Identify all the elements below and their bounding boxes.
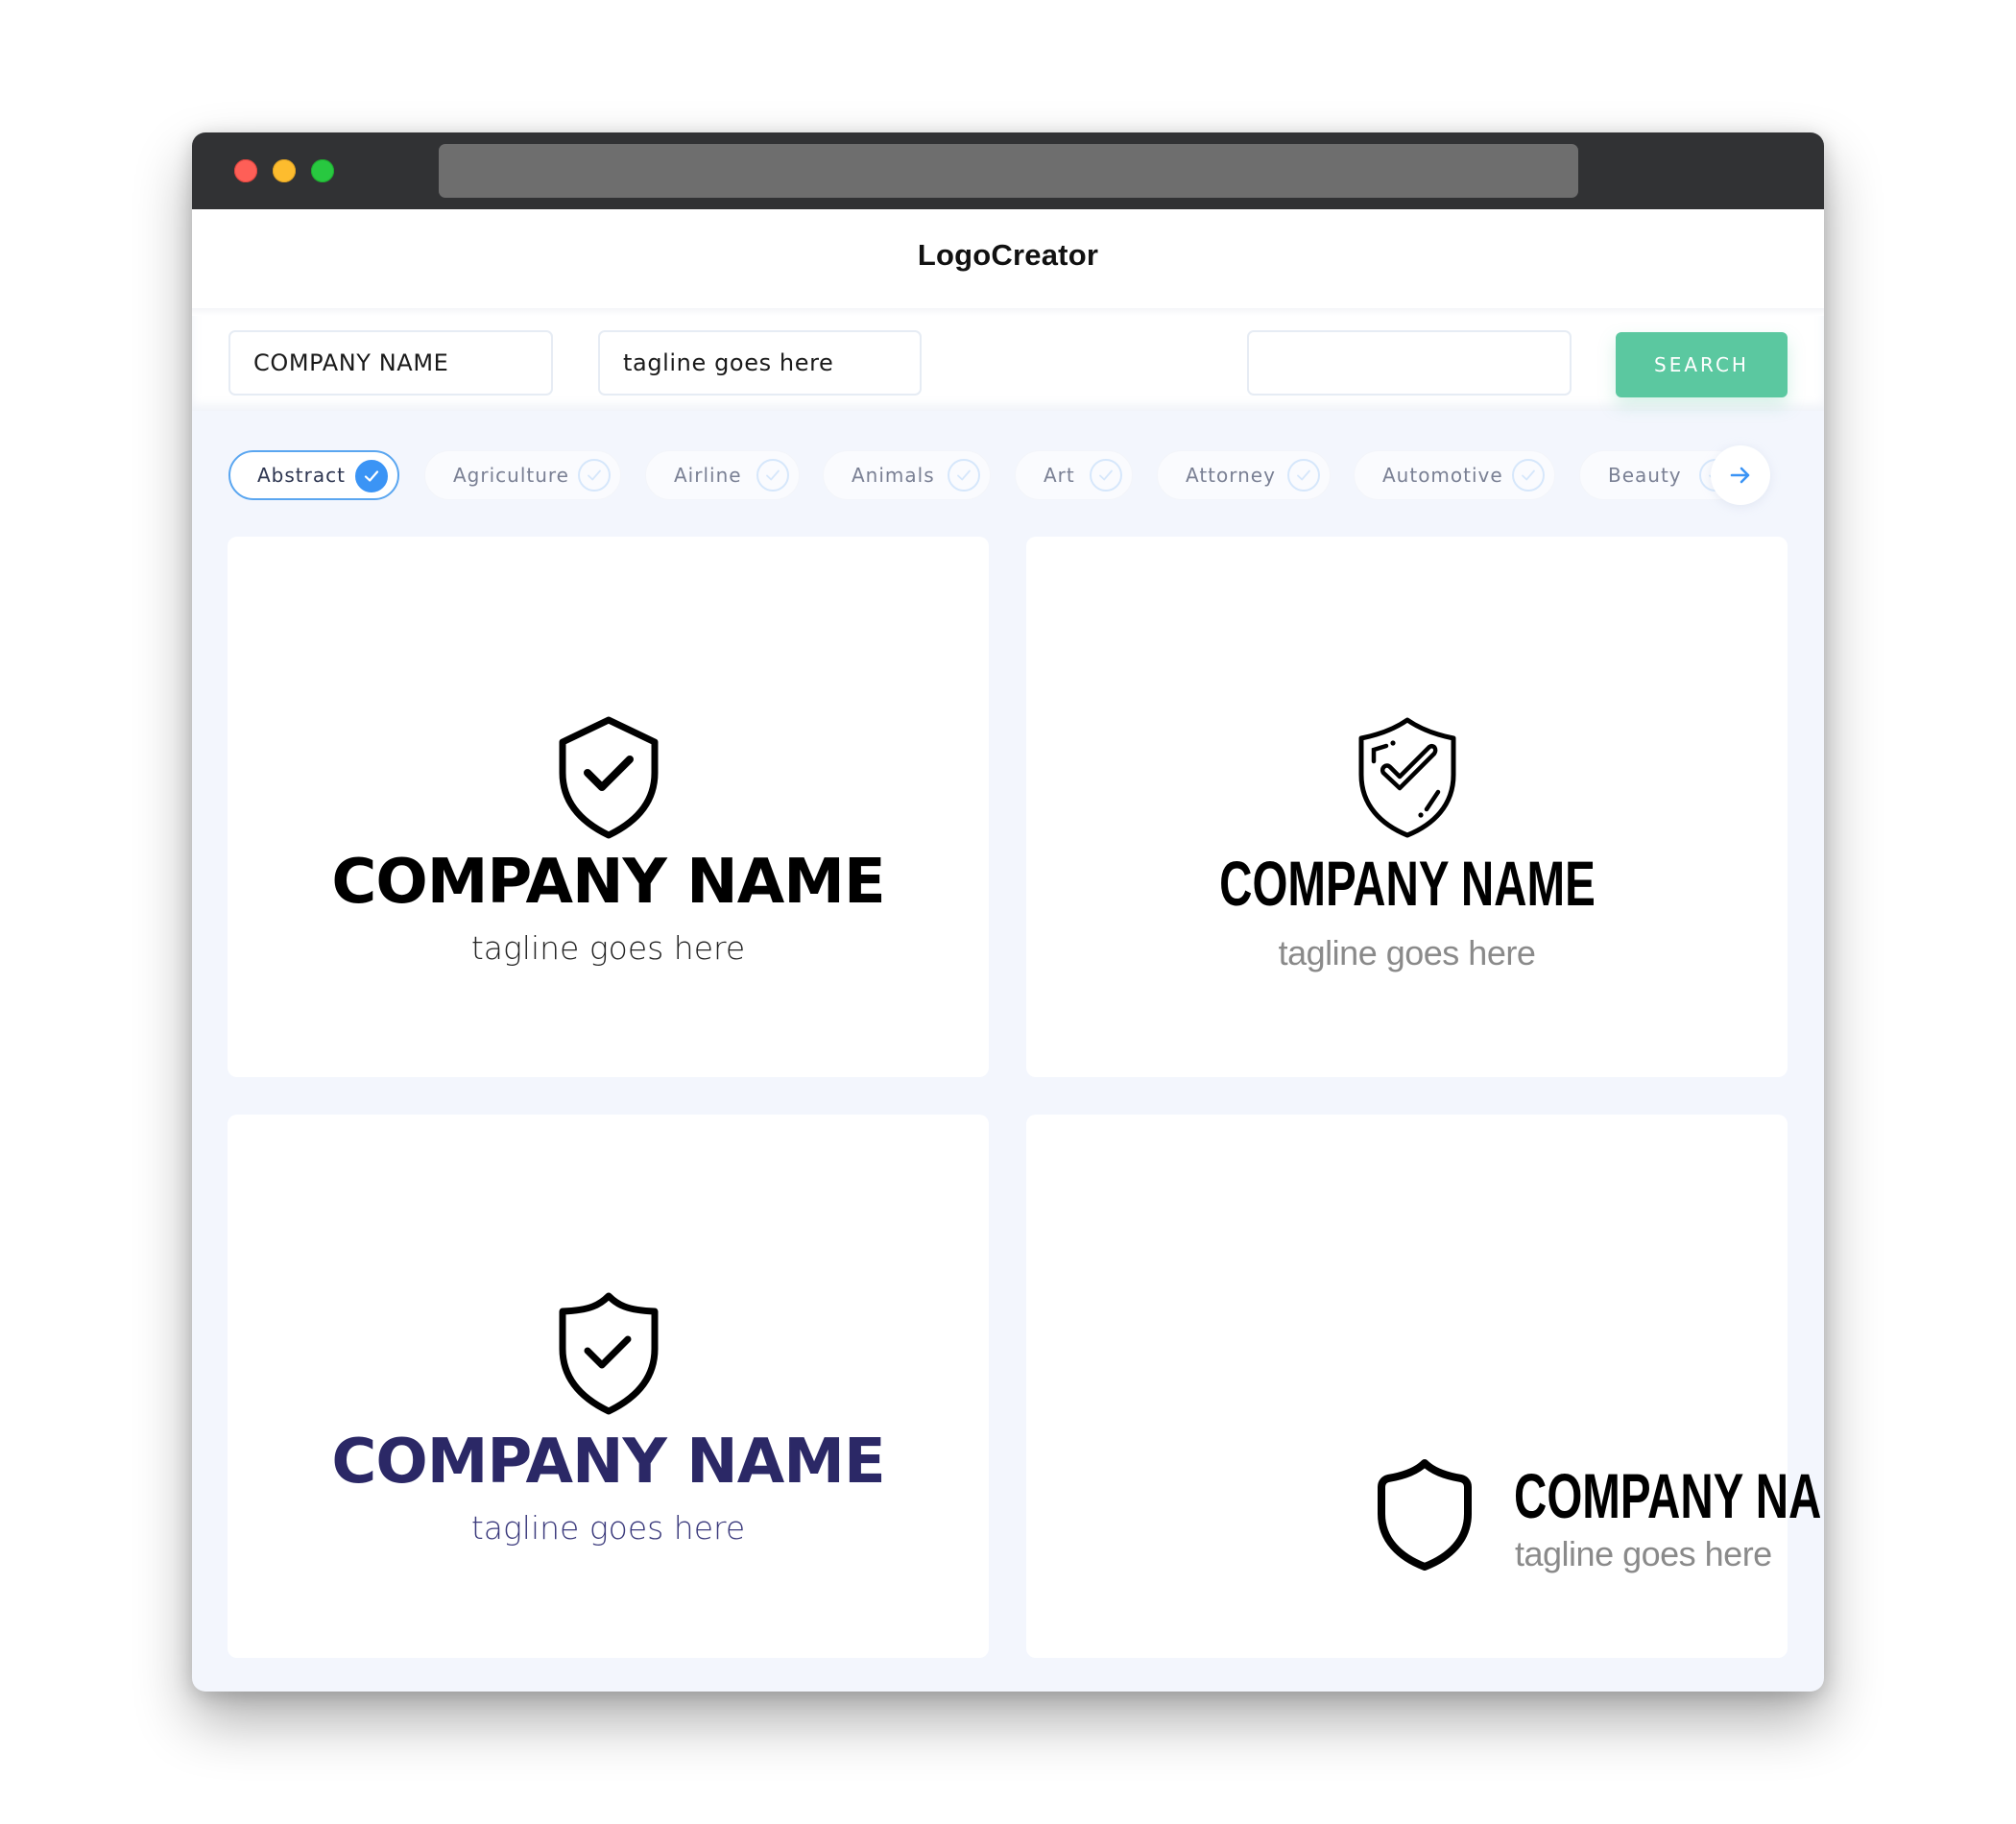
category-chip-automotive[interactable]: Automotive bbox=[1354, 450, 1555, 500]
site-header: LogoCreator bbox=[192, 209, 1824, 308]
company-name: COMPANY NAME bbox=[331, 847, 885, 918]
shield-check-icon bbox=[559, 716, 658, 839]
category-label: Animals bbox=[852, 464, 935, 487]
company-name: COMPANY NAME bbox=[1218, 848, 1596, 919]
company-name: COMPANY NAME bbox=[331, 1427, 885, 1498]
shield-check-outline-icon bbox=[1358, 717, 1455, 838]
company-tagline: tagline goes here bbox=[470, 1509, 746, 1547]
next-categories-button[interactable] bbox=[1711, 445, 1770, 505]
category-filter-bar: Abstract Agriculture Airline Animals Art bbox=[192, 411, 1824, 516]
minimize-window-button[interactable] bbox=[273, 159, 296, 182]
company-name-wrap: COMPANY NAME bbox=[1026, 852, 1788, 915]
company-tagline: tagline goes here bbox=[1515, 1534, 1772, 1573]
category-label: Automotive bbox=[1382, 464, 1503, 487]
shield-check-icon bbox=[559, 1292, 658, 1415]
address-bar[interactable] bbox=[439, 144, 1578, 198]
company-name-input[interactable] bbox=[228, 330, 553, 396]
tagline-input[interactable] bbox=[598, 330, 922, 396]
category-label: Beauty bbox=[1608, 464, 1682, 487]
brand-logo[interactable]: LogoCreator bbox=[192, 238, 1824, 273]
logo-card[interactable]: COMPANY NAME tagline goes here bbox=[228, 1115, 989, 1658]
check-circle-icon bbox=[1287, 459, 1320, 492]
logo-card[interactable]: COMPANY NAME tagline goes here bbox=[228, 537, 989, 1077]
logo-card[interactable]: COMPANY NAME tagline goes here bbox=[1026, 1115, 1824, 1658]
category-label: Attorney bbox=[1186, 464, 1276, 487]
company-name: COMPANY NAME bbox=[1514, 1460, 1824, 1531]
check-circle-icon bbox=[355, 460, 388, 492]
logo-preview: COMPANY NAME tagline goes here bbox=[1026, 715, 1788, 971]
shield-icon bbox=[1378, 1459, 1472, 1571]
check-circle-icon bbox=[948, 459, 980, 492]
check-circle-icon bbox=[756, 459, 789, 492]
category-chip-art[interactable]: Art bbox=[1015, 450, 1133, 500]
logo-preview: COMPANY NAME tagline goes here bbox=[228, 715, 989, 964]
category-label: Art bbox=[1044, 464, 1075, 487]
logo-preview: COMPANY NAME tagline goes here bbox=[1026, 1115, 1824, 1658]
check-circle-icon bbox=[1090, 459, 1122, 492]
category-label: Abstract bbox=[257, 464, 346, 487]
category-label: Airline bbox=[674, 464, 742, 487]
close-window-button[interactable] bbox=[234, 159, 257, 182]
logo-card[interactable]: COMPANY NAME tagline goes here bbox=[1026, 537, 1788, 1077]
arrow-right-icon bbox=[1730, 467, 1750, 484]
category-chip-attorney[interactable]: Attorney bbox=[1157, 450, 1331, 500]
check-circle-icon bbox=[1512, 459, 1545, 492]
category-chip-airline[interactable]: Airline bbox=[645, 450, 800, 500]
company-tagline: tagline goes here bbox=[1278, 933, 1536, 972]
category-chip-abstract[interactable]: Abstract bbox=[228, 450, 399, 500]
check-circle-icon bbox=[578, 459, 611, 492]
logo-preview: COMPANY NAME tagline goes here bbox=[228, 1291, 989, 1544]
category-chip-agriculture[interactable]: Agriculture bbox=[424, 450, 621, 500]
company-tagline: tagline goes here bbox=[470, 929, 746, 967]
category-chip-animals[interactable]: Animals bbox=[823, 450, 991, 500]
keyword-input[interactable] bbox=[1247, 330, 1572, 396]
title-bar bbox=[192, 132, 1824, 209]
category-label: Agriculture bbox=[453, 464, 569, 487]
company-name-wrap: COMPANY NAME bbox=[1514, 1464, 1824, 1527]
header-divider bbox=[192, 308, 1824, 316]
browser-window: LogoCreator SEARCH Abstract Agriculture … bbox=[192, 132, 1824, 1692]
search-toolbar: SEARCH bbox=[192, 308, 1824, 411]
search-button[interactable]: SEARCH bbox=[1616, 332, 1788, 397]
maximize-window-button[interactable] bbox=[311, 159, 334, 182]
